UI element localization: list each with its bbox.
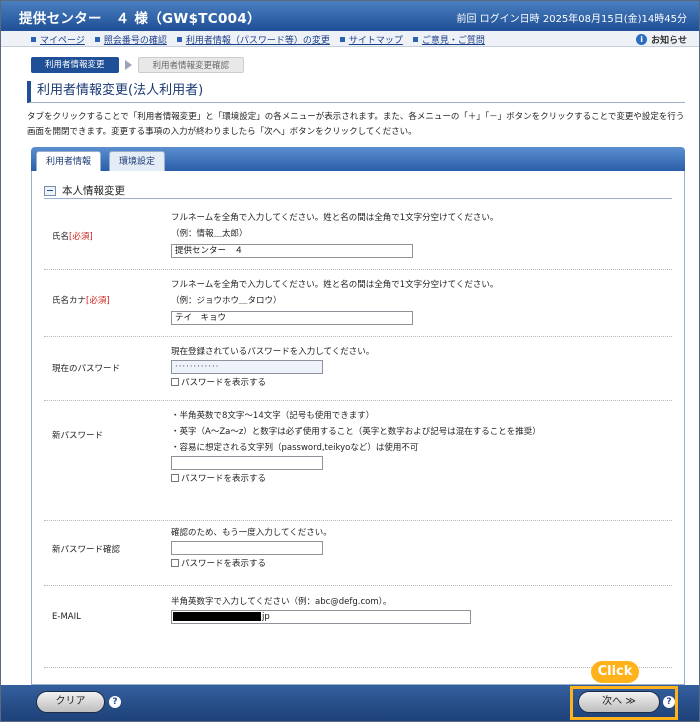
kana-help: フルネームを全角で入力してください。姓と名の間は全角で1文字分空けてください。 bbox=[171, 280, 499, 290]
last-login: 前回 ログイン日時 2025年08月15日(金)14時45分 bbox=[456, 14, 687, 25]
bullet-icon bbox=[339, 37, 345, 42]
show-new-password-checkbox[interactable]: パスワードを表示する bbox=[171, 472, 672, 484]
name-content: フルネームを全角で入力してください。姓と名の間は全角で1文字分空けてください。 … bbox=[171, 210, 672, 258]
tab-user-info[interactable]: 利用者情報 bbox=[36, 151, 102, 171]
current-password-input[interactable]: ············ bbox=[171, 360, 323, 374]
clear-button[interactable]: クリア bbox=[36, 691, 105, 713]
app-window: 提供センター ４ 様（GW$TC004） 前回 ログイン日時 2025年08月1… bbox=[0, 0, 700, 722]
step-arrow-icon bbox=[124, 60, 132, 70]
checkbox-icon bbox=[171, 378, 179, 386]
kana-input[interactable]: テイ キョウ bbox=[171, 311, 413, 325]
required-badge: [必須] bbox=[86, 296, 110, 306]
bullet-icon bbox=[412, 37, 418, 42]
new-password-confirm-help: 確認のため、もう一度入力してください。 bbox=[171, 528, 332, 538]
required-badge: [必須] bbox=[69, 232, 93, 242]
nav-link-sitemap[interactable]: サイトマップ bbox=[339, 33, 403, 46]
name-label: 氏名[必須] bbox=[52, 232, 93, 242]
row-email: E-MAIL 半角英数字で入力してください（例：abc@defg.com）。 j… bbox=[44, 586, 672, 668]
tab-bar: 利用者情報 環境設定 bbox=[31, 147, 685, 171]
new-password-label: 新パスワード bbox=[52, 431, 104, 441]
collapse-icon[interactable] bbox=[44, 185, 56, 196]
email-help: 半角英数字で入力してください（例：abc@defg.com）。 bbox=[171, 597, 392, 607]
kana-label: 氏名カナ[必須] bbox=[52, 296, 110, 306]
nav-link-reference[interactable]: 照会番号の確認 bbox=[94, 33, 167, 46]
header-bar: 提供センター ４ 様（GW$TC004） 前回 ログイン日時 2025年08月1… bbox=[1, 1, 699, 31]
email-label: E-MAIL bbox=[52, 612, 81, 622]
help-icon[interactable]: ? bbox=[663, 696, 675, 708]
new-password-confirm-input[interactable] bbox=[171, 541, 323, 555]
notice-link[interactable]: i お知らせ bbox=[636, 33, 687, 46]
click-annotation: Click bbox=[591, 661, 639, 683]
form-panel: 本人情報変更 氏名[必須] フルネームを全角で入力してください。姓と名の間は全角… bbox=[31, 171, 685, 685]
password-rule-3: ・容易に想定される文字列（password,teikyoなど）は使用不可 bbox=[171, 443, 419, 453]
nav-link-mypage[interactable]: マイページ bbox=[31, 33, 85, 46]
new-password-input[interactable] bbox=[171, 456, 323, 470]
current-password-help: 現在登録されているパスワードを入力してください。 bbox=[171, 347, 375, 357]
nav-link-user-info[interactable]: 利用者情報（パスワード等）の変更 bbox=[176, 33, 330, 46]
tab-env-settings[interactable]: 環境設定 bbox=[109, 151, 166, 171]
bullet-icon bbox=[176, 37, 182, 42]
row-current-password: 現在のパスワード 現在登録されているパスワードを入力してください。 ······… bbox=[44, 337, 672, 401]
current-password-content: 現在登録されているパスワードを入力してください。 ············ パス… bbox=[171, 344, 672, 388]
current-password-label: 現在のパスワード bbox=[52, 364, 121, 374]
row-new-password: 新パスワード ・半角英数で8文字～14文字（記号も使用できます） ・英字（A～Z… bbox=[44, 401, 672, 521]
info-icon: i bbox=[636, 34, 648, 45]
next-button[interactable]: 次へ ≫ bbox=[578, 691, 660, 713]
row-name: 氏名[必須] フルネームを全角で入力してください。姓と名の間は全角で1文字分空け… bbox=[44, 203, 672, 270]
step-next: 利用者情報変更確認 bbox=[137, 57, 245, 73]
kana-example: （例：ジョウホウ＿タロウ） bbox=[171, 296, 282, 306]
name-example: （例：情報＿太郎） bbox=[171, 229, 248, 239]
name-input[interactable]: 提供センター ４ bbox=[171, 244, 413, 258]
redacted-block bbox=[173, 612, 261, 621]
email-content: 半角英数字で入力してください（例：abc@defg.com）。 jp bbox=[171, 594, 672, 624]
page-description: タブをクリックすることで「利用者情報変更」と「環境設定」の各メニューが表示されま… bbox=[27, 112, 685, 137]
row-new-password-confirm: 新パスワード確認 確認のため、もう一度入力してください。 パスワードを表示する bbox=[44, 521, 672, 586]
section-title: 本人情報変更 bbox=[62, 185, 125, 197]
footer-bar: クリア ? 次へ ≫ ? bbox=[1, 685, 699, 721]
page-title: 利用者情報変更(法人利用者) bbox=[27, 81, 685, 103]
password-rule-1: ・半角英数で8文字～14文字（記号も使用できます） bbox=[171, 411, 375, 421]
checkbox-icon bbox=[171, 559, 179, 567]
password-rule-2: ・英字（A～Za～z）と数字は必ず使用すること（英字と数字および記号は混在するこ… bbox=[171, 427, 541, 437]
bullet-icon bbox=[31, 37, 36, 42]
nav-links: マイページ 照会番号の確認 利用者情報（パスワード等）の変更 サイトマップ ご意… bbox=[31, 33, 495, 46]
new-password-confirm-content: 確認のため、もう一度入力してください。 パスワードを表示する bbox=[171, 525, 672, 569]
kana-content: フルネームを全角で入力してください。姓と名の間は全角で1文字分空けてください。 … bbox=[171, 277, 672, 325]
checkbox-icon bbox=[171, 474, 179, 482]
show-current-password-checkbox[interactable]: パスワードを表示する bbox=[171, 376, 672, 388]
step-indicator: 利用者情報変更 利用者情報変更確認 bbox=[31, 57, 245, 73]
help-icon[interactable]: ? bbox=[109, 696, 121, 708]
email-input[interactable]: jp bbox=[171, 610, 471, 624]
name-help: フルネームを全角で入力してください。姓と名の間は全角で1文字分空けてください。 bbox=[171, 213, 499, 223]
show-confirm-password-checkbox[interactable]: パスワードを表示する bbox=[171, 557, 672, 569]
row-kana: 氏名カナ[必須] フルネームを全角で入力してください。姓と名の間は全角で1文字分… bbox=[44, 270, 672, 337]
bullet-icon bbox=[94, 37, 100, 42]
nav-bar: マイページ 照会番号の確認 利用者情報（パスワード等）の変更 サイトマップ ご意… bbox=[1, 31, 699, 47]
new-password-confirm-label: 新パスワード確認 bbox=[52, 545, 121, 555]
nav-link-feedback[interactable]: ご意見・ご質問 bbox=[412, 33, 485, 46]
step-current: 利用者情報変更 bbox=[31, 57, 119, 73]
new-password-content: ・半角英数で8文字～14文字（記号も使用できます） ・英字（A～Za～z）と数字… bbox=[171, 408, 672, 484]
user-title: 提供センター ４ 様（GW$TC004） bbox=[19, 11, 261, 27]
section-header: 本人情報変更 bbox=[44, 183, 672, 199]
